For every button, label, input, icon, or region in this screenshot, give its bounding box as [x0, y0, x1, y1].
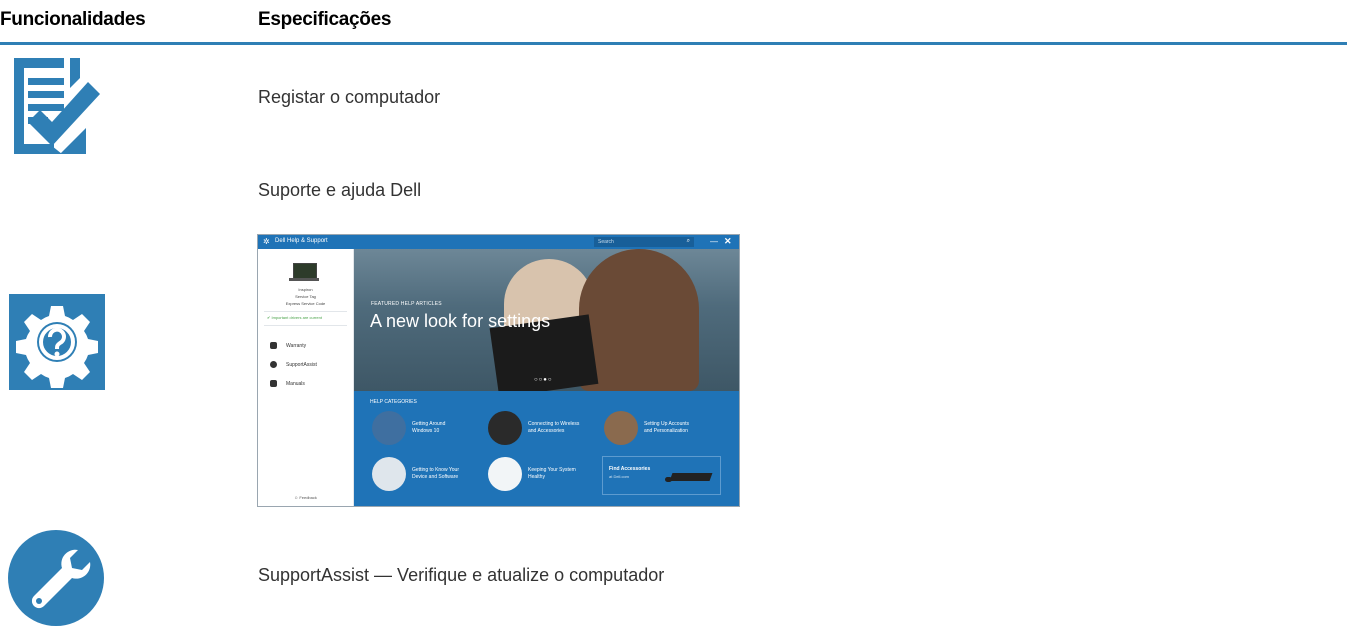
window-title: Dell Help & Support	[275, 238, 328, 244]
window-titlebar: ✲ Dell Help & Support Search ⌕ — ✕	[258, 235, 739, 249]
category-image	[604, 411, 638, 445]
minimize-icon[interactable]: —	[710, 237, 718, 246]
register-computer-text: Registar o computador	[258, 87, 441, 107]
sidebar-item-manuals[interactable]: Manuals	[286, 381, 305, 387]
supportassist-icon	[270, 361, 277, 368]
drivers-status: ✔ Important drivers are current	[267, 315, 322, 320]
help-categories: HELP CATEGORIES Getting Around Windows 10…	[354, 391, 739, 506]
close-icon[interactable]: ✕	[724, 236, 732, 247]
featured-title: A new look for settings	[370, 311, 551, 331]
divider	[264, 325, 347, 326]
carousel-dots[interactable]: ○○●○	[534, 377, 553, 383]
gear-icon: ✲	[263, 237, 270, 246]
express-service-code: Express Service Code	[285, 301, 326, 306]
dell-help-support-screenshot: ✲ Dell Help & Support Search ⌕ — ✕ Inspi…	[257, 234, 740, 507]
category-label: Setting Up Accounts and Personalization	[644, 421, 690, 434]
mouse-image	[665, 477, 672, 482]
checklist-icon	[8, 54, 104, 154]
table-header: Funcionalidades Especificações	[0, 0, 1347, 45]
divider	[264, 311, 347, 312]
accessories-title: Find Accessories	[609, 466, 651, 472]
sidebar-item-supportassist[interactable]: SupportAssist	[286, 362, 317, 368]
warranty-icon	[270, 342, 277, 349]
model-name: Inspiron	[298, 287, 313, 292]
manuals-icon	[270, 380, 277, 387]
category-image	[488, 411, 522, 445]
search-placeholder: Search	[598, 239, 614, 245]
featured-article-banner[interactable]: FEATURED HELP ARTICLES A new look for se…	[354, 249, 739, 391]
category-image	[372, 411, 406, 445]
help-gear-icon	[9, 294, 105, 390]
column-header-features: Funcionalidades	[0, 9, 146, 30]
sidebar-item-warranty[interactable]: Warranty	[286, 343, 306, 349]
laptop-base	[289, 278, 319, 281]
supportassist-text: SupportAssist — Verifique e atualize o c…	[258, 565, 665, 585]
category-image	[372, 457, 406, 491]
category-image	[488, 457, 522, 491]
sidebar: Inspiron Service Tag Express Service Cod…	[258, 249, 354, 506]
search-icon[interactable]: ⌕	[687, 238, 690, 245]
find-accessories-card[interactable]: Find Accessories at Dell.com	[602, 456, 721, 495]
search-input[interactable]: Search ⌕	[594, 237, 694, 247]
accessories-subtitle: at Dell.com	[609, 474, 630, 479]
wrench-icon	[8, 530, 104, 626]
categories-title: HELP CATEGORIES	[370, 399, 417, 405]
laptop-image	[293, 263, 317, 279]
featured-kicker: FEATURED HELP ARTICLES	[371, 301, 442, 307]
drivers-status-text: Important drivers are current	[271, 315, 322, 320]
keyboard-image	[669, 473, 713, 481]
hero-photo-person	[579, 249, 699, 391]
column-header-specifications: Especificações	[258, 9, 392, 30]
service-tag: Service Tag	[295, 294, 316, 299]
dell-help-support-text: Suporte e ajuda Dell	[258, 180, 422, 200]
feedback-link[interactable]: ☺ Feedback	[258, 495, 353, 500]
feedback-label: Feedback	[299, 495, 317, 500]
